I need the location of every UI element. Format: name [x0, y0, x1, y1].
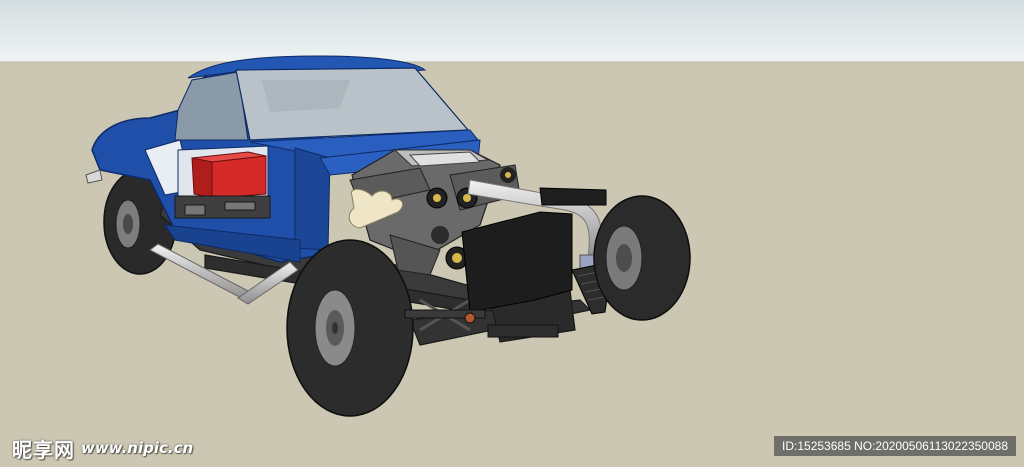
image-id-badge: ID:15253685 NO:20200506113022350088 [774, 436, 1016, 456]
sky [0, 0, 1024, 62]
watermark-url: www.nipic.cn [81, 439, 194, 457]
underside-parts [174, 195, 271, 219]
front-right-wheel [593, 195, 691, 321]
car-model-render [0, 0, 1024, 467]
nipic-watermark: 昵享网 www.nipic.cn [12, 434, 193, 462]
front-left-wheel [286, 239, 414, 417]
image-id-text: ID:15253685 NO:20200506113022350088 [782, 439, 1008, 453]
red-tank [191, 151, 267, 199]
watermark-logo: 昵享网 [12, 437, 75, 462]
